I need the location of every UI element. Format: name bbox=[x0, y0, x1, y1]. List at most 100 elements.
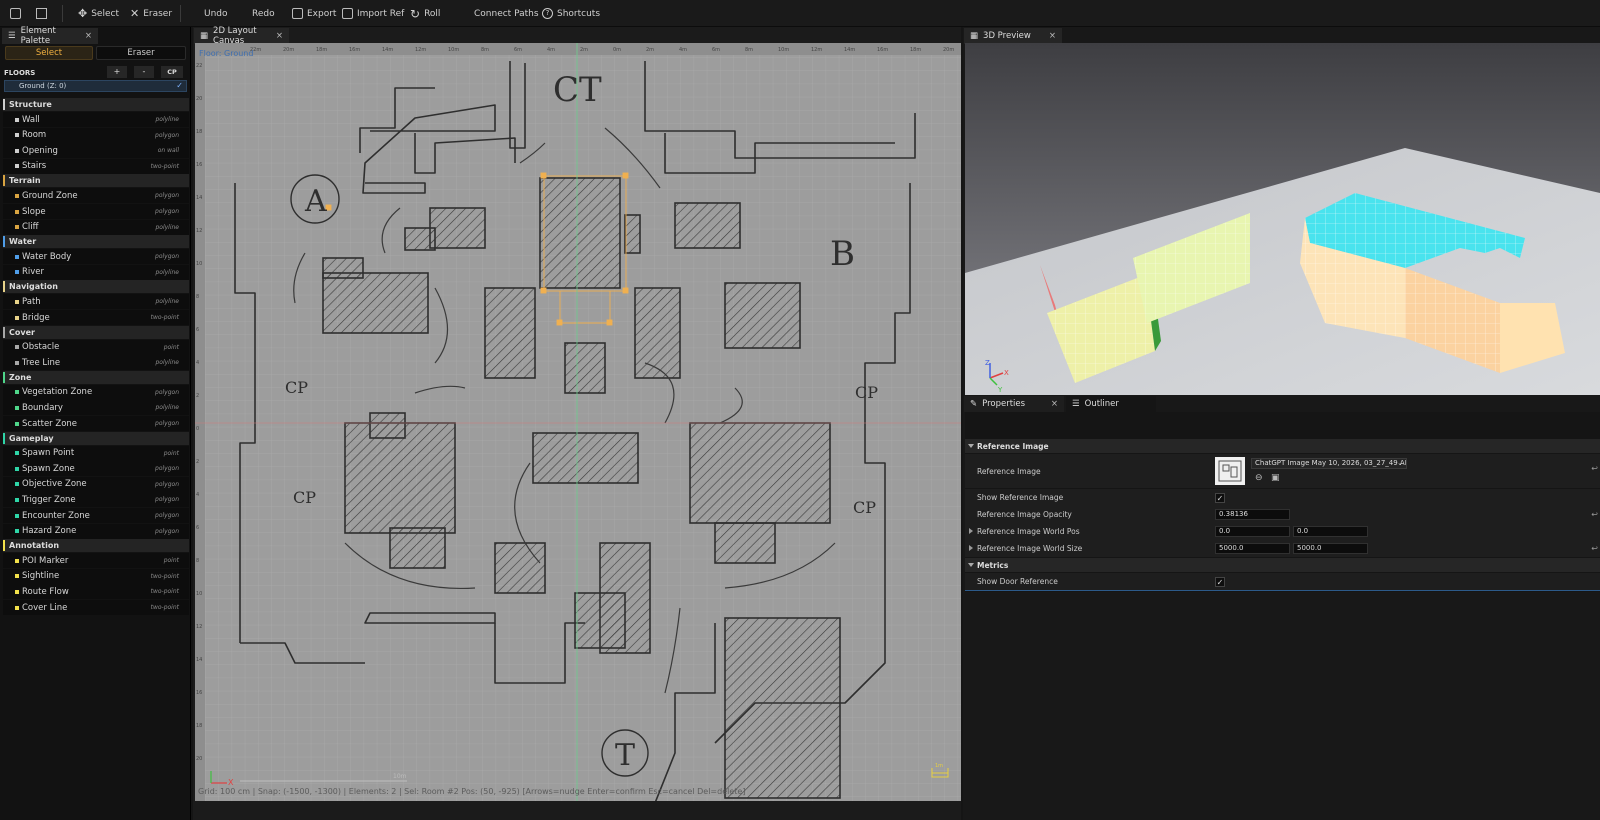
palette-group-header[interactable]: Structure bbox=[3, 98, 189, 111]
ruler-tick-label: 14m bbox=[382, 47, 393, 53]
palette-item[interactable]: Hazard Zone polygon bbox=[3, 523, 189, 539]
ruler-tick-label: 8 bbox=[196, 294, 199, 300]
palette-item[interactable]: POI Marker point bbox=[3, 553, 189, 569]
palette-item[interactable]: Bridge two-point bbox=[3, 310, 189, 325]
roll-button[interactable]: ↻ Roll bbox=[410, 0, 440, 27]
palette-item[interactable]: Encounter Zone polygon bbox=[3, 508, 189, 523]
browse-icon[interactable]: ▣ bbox=[1271, 473, 1280, 483]
palette-item-label: Ground Zone bbox=[22, 190, 78, 201]
palette-item[interactable]: Cliff polyline bbox=[3, 219, 189, 235]
close-icon: ✕ bbox=[130, 7, 140, 20]
color-swatch-icon bbox=[15, 345, 19, 350]
palette-item[interactable]: Opening on wall bbox=[3, 143, 189, 159]
export-button[interactable]: Export bbox=[292, 0, 336, 27]
palette-item[interactable]: Water Body polygon bbox=[3, 249, 189, 265]
palette-group-header[interactable]: Zone bbox=[3, 370, 189, 384]
palette-item[interactable]: Sightline two-point bbox=[3, 568, 189, 584]
palette-item[interactable]: Spawn Point point bbox=[3, 445, 189, 461]
reference-image-thumbnail[interactable] bbox=[1215, 457, 1245, 485]
palette-item-label: Spawn Zone bbox=[22, 463, 75, 474]
palette-item[interactable]: Spawn Zone polygon bbox=[3, 461, 189, 477]
palette-item[interactable]: Obstacle point bbox=[3, 339, 189, 355]
palette-group-header[interactable]: Annotation bbox=[3, 539, 189, 553]
palette-group-header[interactable]: Terrain bbox=[3, 174, 189, 188]
3d-preview-viewport[interactable]: X Z Y bbox=[965, 43, 1600, 395]
palette-group-header[interactable]: Water bbox=[3, 235, 189, 249]
palette-item-kind: two-point bbox=[150, 572, 179, 580]
floor-cp-button[interactable]: CP bbox=[161, 66, 183, 78]
palette-item[interactable]: Scatter Zone polygon bbox=[3, 416, 189, 431]
world-pos-y-input[interactable]: 0.0 bbox=[1293, 526, 1368, 537]
tab-properties[interactable]: ✎ Properties × bbox=[964, 396, 1064, 412]
palette-item[interactable]: Slope polygon bbox=[3, 204, 189, 219]
close-tab-icon[interactable]: × bbox=[276, 31, 283, 41]
palette-item[interactable]: Path polyline bbox=[3, 294, 189, 310]
row-reference-image-world-pos[interactable]: Reference Image World Pos 0.0 0.0 bbox=[965, 523, 1600, 540]
close-tab-icon[interactable]: × bbox=[1049, 31, 1056, 41]
select-tool-button[interactable]: ✥ Select bbox=[78, 0, 119, 27]
palette-item[interactable]: Ground Zone polygon bbox=[3, 188, 189, 204]
import-ref-button[interactable]: Import Ref bbox=[342, 0, 404, 27]
palette-item[interactable]: Cover Line two-point bbox=[3, 600, 189, 615]
redo-button[interactable]: Redo bbox=[252, 0, 275, 27]
floor-visible-check-icon[interactable]: ✓ bbox=[176, 81, 183, 90]
section-metrics[interactable]: Metrics bbox=[965, 558, 1600, 572]
palette-item[interactable]: Room polygon bbox=[3, 127, 189, 143]
palette-item-label: Trigger Zone bbox=[22, 494, 76, 505]
palette-item[interactable]: River polyline bbox=[3, 264, 189, 280]
save-as-button[interactable] bbox=[36, 0, 47, 27]
reference-image-dropdown[interactable]: ChatGPT Image May 10, 2026, 03_27_49 AM ⌄ bbox=[1251, 458, 1407, 469]
tab-3d-preview[interactable]: ▦ 3D Preview × bbox=[964, 28, 1062, 44]
palette-mode-eraser[interactable]: Eraser bbox=[96, 46, 186, 60]
reset-icon[interactable]: ↩ bbox=[1591, 544, 1598, 553]
add-floor-button[interactable]: + bbox=[107, 66, 127, 78]
tab-outliner[interactable]: ☰ Outliner bbox=[1066, 396, 1156, 412]
palette-item-kind: two-point bbox=[150, 604, 179, 611]
remove-floor-button[interactable]: - bbox=[134, 66, 154, 78]
row-reference-image-world-size[interactable]: Reference Image World Size 5000.0 5000.0… bbox=[965, 540, 1600, 557]
palette-item[interactable]: Boundary polyline bbox=[3, 400, 189, 416]
eraser-tool-button[interactable]: ✕ Eraser bbox=[130, 0, 172, 27]
palette-item-label: Slope bbox=[22, 206, 46, 217]
connect-paths-button[interactable]: Connect Paths bbox=[474, 0, 539, 27]
world-size-y-input[interactable]: 5000.0 bbox=[1293, 543, 1368, 554]
palette-item[interactable]: Trigger Zone polygon bbox=[3, 492, 189, 508]
show-door-reference-checkbox[interactable]: ✓ bbox=[1215, 576, 1225, 587]
undo-button[interactable]: Undo bbox=[204, 0, 228, 27]
palette-item[interactable]: Route Flow two-point bbox=[3, 584, 189, 600]
palette-item[interactable]: Stairs two-point bbox=[3, 158, 189, 174]
show-reference-image-checkbox[interactable]: ✓ bbox=[1215, 492, 1225, 503]
palette-item[interactable]: Tree Line polyline bbox=[3, 355, 189, 371]
palette-item-label: Hazard Zone bbox=[22, 526, 77, 537]
palette-group-header[interactable]: Navigation bbox=[3, 280, 189, 294]
tab-2d-layout-canvas[interactable]: ▦ 2D Layout Canvas × bbox=[194, 26, 289, 46]
palette-group-header[interactable]: Gameplay bbox=[3, 431, 189, 445]
chevron-down-icon: ⌄ bbox=[1397, 459, 1403, 467]
close-tab-icon[interactable]: × bbox=[85, 31, 92, 41]
label-cp-3: CP bbox=[855, 383, 878, 402]
section-reference-image[interactable]: Reference Image bbox=[965, 439, 1600, 453]
color-swatch-icon bbox=[15, 605, 19, 610]
reset-icon[interactable]: ↩ bbox=[1591, 464, 1598, 473]
ruler-tick-label: 4m bbox=[547, 47, 555, 53]
save-button[interactable] bbox=[10, 0, 21, 27]
reset-icon[interactable]: ↩ bbox=[1591, 510, 1598, 519]
ruler-tick-label: 18m bbox=[910, 47, 921, 53]
tab-element-palette[interactable]: ☰ Element Palette × bbox=[2, 26, 98, 46]
world-size-x-input[interactable]: 5000.0 bbox=[1215, 543, 1290, 554]
close-tab-icon[interactable]: × bbox=[1051, 399, 1058, 409]
layout-canvas[interactable]: 22m 20m 18m 16m 14m 12m 10m 8m 6m 4m 2m 0m 2m 4m 6m 8m 1… bbox=[195, 43, 961, 801]
svg-text:Z: Z bbox=[985, 359, 990, 367]
world-pos-x-input[interactable]: 0.0 bbox=[1215, 526, 1290, 537]
shortcuts-button[interactable]: ? Shortcuts bbox=[542, 0, 600, 27]
use-selected-icon[interactable]: ⊖ bbox=[1255, 473, 1263, 483]
palette-item[interactable]: Vegetation Zone polygon bbox=[3, 384, 189, 400]
palette-item-label: Vegetation Zone bbox=[22, 387, 93, 398]
opacity-input[interactable]: 0.38136 bbox=[1215, 509, 1290, 520]
palette-mode-select[interactable]: Select bbox=[5, 46, 93, 60]
label-b: B bbox=[830, 234, 855, 274]
floor-row-ground[interactable]: Ground (Z: 0) ✓ bbox=[4, 80, 187, 92]
palette-item[interactable]: Objective Zone polygon bbox=[3, 476, 189, 492]
palette-item[interactable]: Wall polyline bbox=[3, 112, 189, 127]
palette-group-header[interactable]: Cover bbox=[3, 325, 189, 339]
